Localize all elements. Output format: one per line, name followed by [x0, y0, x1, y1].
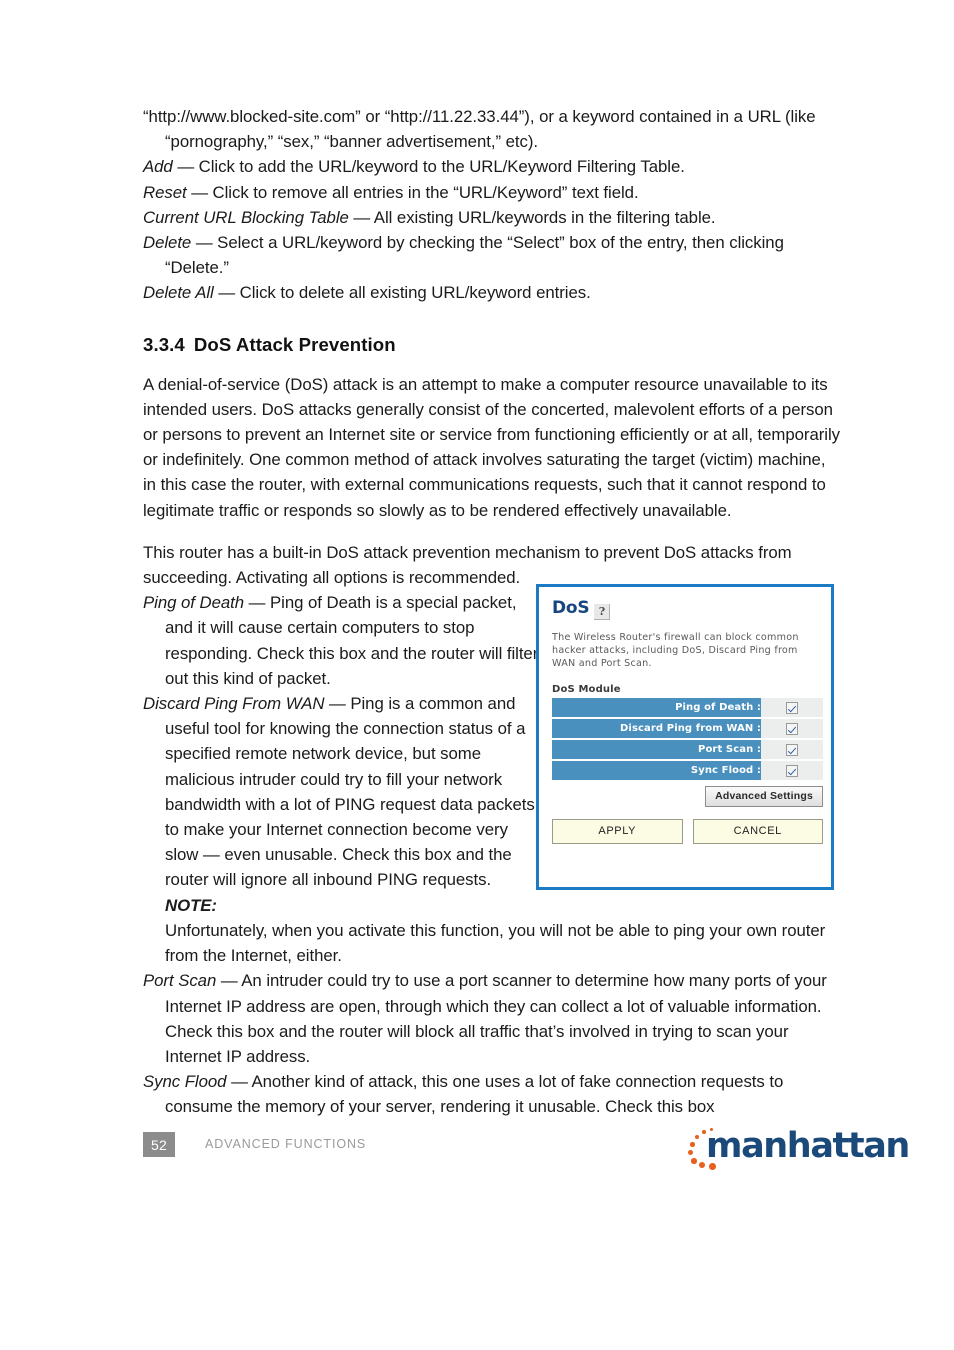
checkbox-port-scan[interactable]	[786, 744, 798, 757]
text-reset: — Click to remove all entries in the “UR…	[186, 182, 639, 202]
row-checkbox-cell-discard-ping-from-wan[interactable]	[761, 717, 823, 740]
logo-dot	[690, 1142, 695, 1147]
manhattan-logo: manhattan	[684, 1124, 910, 1174]
advanced-settings-row: Advanced Settings	[552, 785, 823, 807]
text-sync-flood: — Another kind of attack, this one uses …	[165, 1072, 784, 1117]
logo-dot	[688, 1150, 693, 1155]
row-label-discard-ping-from-wan: Discard Ping from WAN :	[552, 717, 761, 740]
section-number: 3.3.4	[143, 333, 185, 355]
term-delete-all: Delete All	[143, 283, 214, 303]
definition-delete-all: Delete All — Click to delete all existin…	[143, 280, 840, 305]
term-add: Add	[143, 157, 173, 177]
apply-button[interactable]: APPLY	[552, 818, 683, 844]
advanced-settings-button[interactable]: Advanced Settings	[705, 785, 823, 807]
checkbox-sync-flood[interactable]	[786, 765, 798, 778]
section-heading: 3.3.4 DoS Attack Prevention	[143, 334, 840, 356]
note-label: NOTE:	[165, 895, 217, 915]
logo-dot	[695, 1135, 699, 1139]
definition-port-scan: Port Scan — An intruder could try to use…	[143, 968, 840, 1069]
term-ping-of-death: Ping of Death	[143, 593, 245, 613]
row-checkbox-cell-sync-flood[interactable]	[761, 759, 823, 782]
cancel-button[interactable]: CANCEL	[692, 818, 823, 844]
row-checkbox-cell-port-scan[interactable]	[761, 738, 823, 761]
term-port-scan: Port Scan	[143, 971, 217, 991]
page-number: 52	[143, 1132, 175, 1157]
definition-reset: Reset — Click to remove all entries in t…	[143, 180, 840, 205]
router-ui-title: DoS	[552, 598, 590, 618]
definition-ping-of-death: Ping of Death — Ping of Death is a speci…	[143, 590, 539, 691]
dos-module-label: DoS Module	[552, 683, 621, 695]
section-paragraph-2: This router has a built-in DoS attack pr…	[143, 542, 792, 588]
logo-dot	[699, 1162, 705, 1168]
row-label-port-scan: Port Scan :	[552, 738, 761, 761]
definition-add: Add — Click to add the URL/keyword to th…	[143, 154, 840, 179]
text-delete-all: — Click to delete all existing URL/keywo…	[213, 283, 591, 303]
table-row: Ping of Death :	[552, 697, 823, 719]
text-current-url-blocking-table: — All existing URL/keywords in the filte…	[348, 207, 716, 227]
term-delete: Delete	[143, 233, 192, 253]
row-label-sync-flood: Sync Flood :	[552, 759, 761, 782]
definition-sync-flood: Sync Flood — Another kind of attack, thi…	[143, 1069, 840, 1119]
router-ui-header: DoS ?	[552, 599, 818, 620]
definition-delete: Delete — Select a URL/keyword by checkin…	[143, 230, 840, 280]
row-label-ping-of-death: Ping of Death :	[552, 697, 761, 719]
logo-dot	[702, 1130, 706, 1134]
logo-dot	[691, 1158, 697, 1164]
note-continuation: Unfortunately, when you activate this fu…	[165, 920, 826, 966]
router-ui-body: DoS ? The Wireless Router's firewall can…	[539, 587, 831, 844]
text-delete: — Select a URL/keyword by checking the “…	[165, 233, 784, 278]
page-footer: 52 ADVANCED FUNCTIONS manhattan	[143, 1126, 910, 1172]
document-page: “http://www.blocked-site.com” or “http:/…	[0, 0, 954, 1350]
table-row: Sync Flood :	[552, 759, 823, 782]
checkbox-ping-of-death[interactable]	[786, 702, 798, 715]
logo-wordmark: manhattan	[706, 1126, 910, 1166]
form-action-row: APPLY CANCEL	[552, 818, 823, 844]
router-ui-screenshot: DoS ? The Wireless Router's firewall can…	[536, 584, 834, 890]
term-current-url-blocking-table: Current URL Blocking Table	[143, 207, 349, 227]
term-discard-ping: Discard Ping From WAN	[143, 694, 325, 714]
table-row: Port Scan :	[552, 738, 823, 761]
intro-continuation: “http://www.blocked-site.com” or “http:/…	[143, 107, 816, 152]
section-paragraph-1: A denial-of-service (DoS) attack is an a…	[143, 374, 840, 520]
row-checkbox-cell-ping-of-death[interactable]	[761, 697, 823, 719]
section-title: DoS Attack Prevention	[193, 333, 396, 355]
definition-current-url-blocking-table: Current URL Blocking Table — All existin…	[143, 205, 840, 230]
term-reset: Reset	[143, 182, 187, 202]
checkbox-discard-ping-from-wan[interactable]	[786, 723, 798, 736]
table-row: Discard Ping from WAN :	[552, 717, 823, 740]
footer-section-label: ADVANCED FUNCTIONS	[205, 1137, 367, 1151]
dos-module-table: Ping of Death : Discard Ping from WAN : …	[552, 697, 823, 782]
help-icon[interactable]: ?	[594, 604, 611, 620]
router-ui-description: The Wireless Router's firewall can block…	[552, 632, 799, 670]
text-add: — Click to add the URL/keyword to the UR…	[172, 157, 685, 177]
term-sync-flood: Sync Flood	[143, 1072, 227, 1092]
definition-discard-ping: Discard Ping From WAN — Ping is a common…	[143, 691, 539, 918]
text-port-scan: — An intruder could try to use a port sc…	[165, 971, 827, 1066]
text-discard-ping: — Ping is a common and useful tool for k…	[165, 694, 535, 890]
left-text-column: Ping of Death — Ping of Death is a speci…	[143, 590, 539, 918]
